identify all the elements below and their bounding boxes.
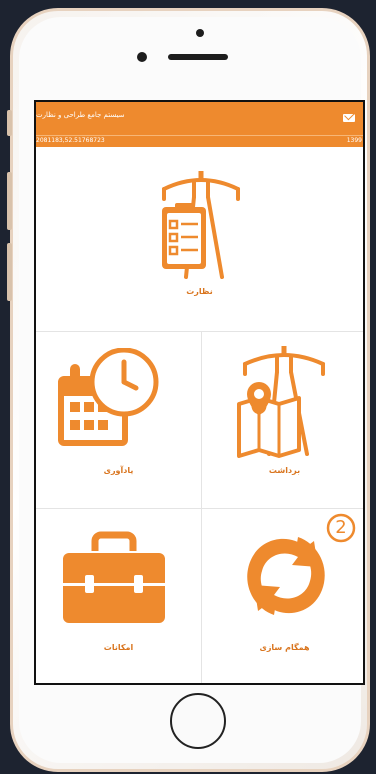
app-bar: سیستم جامع طراحی و نظارت 2081183,52.5176… — [36, 102, 363, 147]
app-screen: سیستم جامع طراحی و نظارت 2081183,52.5176… — [34, 100, 365, 685]
home-button[interactable] — [170, 693, 226, 749]
facilities-tile[interactable]: امکانات — [36, 509, 201, 683]
volume-down-button — [7, 243, 12, 301]
supervision-tile[interactable]: نظارت — [36, 147, 363, 331]
mute-switch — [7, 110, 12, 136]
front-camera — [137, 52, 147, 62]
app-title: سیستم جامع طراحی و نظارت — [36, 111, 125, 119]
supervision-label: نظارت — [186, 287, 213, 296]
volume-up-button — [7, 172, 12, 230]
earpiece-speaker — [168, 54, 228, 60]
year-text: 1399 — [346, 137, 362, 144]
facilities-label: امکانات — [103, 643, 134, 652]
sensor-dot — [196, 29, 204, 37]
harvest-tile[interactable]: برداشت — [202, 332, 363, 508]
sync-tile[interactable]: 2 همگام سازی — [202, 509, 363, 683]
coordinates-text: 2081183,52.51768723 — [36, 137, 105, 144]
calendar-clock-icon — [58, 348, 159, 446]
sync-label: همگام سازی — [259, 643, 310, 652]
reminder-tile[interactable]: یادآوری — [36, 332, 201, 508]
tower-clipboard-icon — [162, 171, 240, 279]
mail-icon[interactable] — [343, 114, 355, 122]
sync-badge-count: 2 — [335, 517, 347, 538]
sync-icon — [247, 537, 325, 615]
harvest-label: برداشت — [268, 466, 301, 475]
app-bar-divider — [36, 135, 363, 136]
tower-map-icon — [237, 346, 325, 458]
toolbox-icon — [63, 531, 165, 623]
reminder-label: یادآوری — [103, 466, 134, 475]
